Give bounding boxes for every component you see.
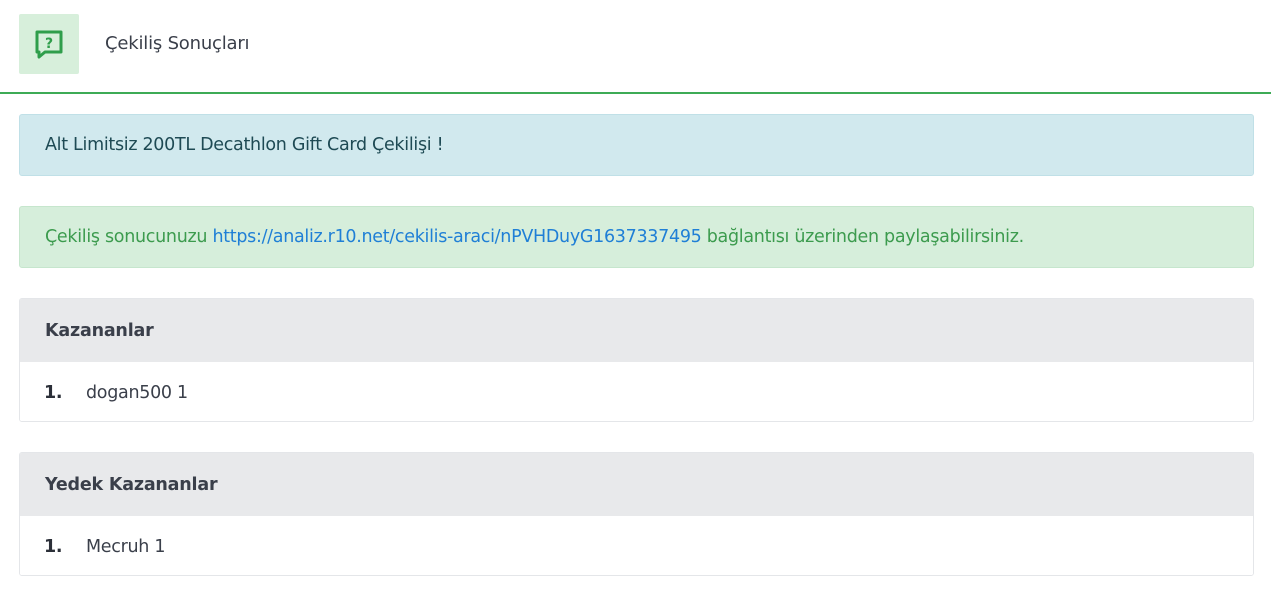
backup-winner-name: Mecruh 1 [86,536,166,557]
backup-winner-rank: 1. [44,536,63,557]
page-title: Çekiliş Sonuçları [105,33,250,54]
winner-rank: 1. [44,382,63,403]
list-item: 1. dogan500 1 [20,362,1253,421]
giveaway-title-alert: Alt Limitsiz 200TL Decathlon Gift Card Ç… [19,114,1254,176]
share-result-link[interactable]: https://analiz.r10.net/cekilis-araci/nPV… [212,227,701,247]
winners-card: Kazananlar 1. dogan500 1 [19,298,1254,422]
share-text-prefix: Çekiliş sonucunuzu [45,227,213,247]
backup-winners-card-title: Yedek Kazananlar [20,453,1253,516]
share-text-suffix: bağlantısı üzerinden paylaşabilirsiniz. [701,227,1024,247]
svg-text:?: ? [45,36,53,52]
share-result-alert: Çekiliş sonucunuzu https://analiz.r10.ne… [19,206,1254,268]
page-header: ? Çekiliş Sonuçları [0,0,1271,94]
list-item: 1. Mecruh 1 [20,516,1253,575]
winners-card-title: Kazananlar [20,299,1253,362]
backup-winners-card: Yedek Kazananlar 1. Mecruh 1 [19,452,1254,576]
winner-name: dogan500 1 [86,382,188,403]
question-chat-icon: ? [19,14,79,74]
giveaway-title: Alt Limitsiz 200TL Decathlon Gift Card Ç… [45,135,444,155]
